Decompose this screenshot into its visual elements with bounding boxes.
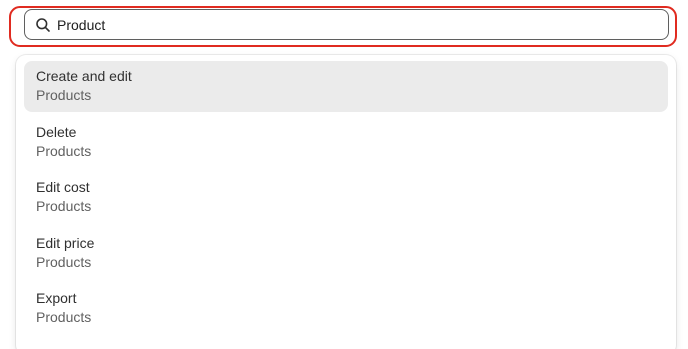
result-item-title: Edit cost	[36, 179, 90, 195]
result-item-title: Create and edit	[36, 68, 132, 84]
search-results-list: Create and edit Products Delete Products…	[24, 61, 668, 339]
result-item-delete[interactable]: Delete Products	[24, 117, 668, 168]
search-icon	[35, 17, 51, 33]
result-item-subtitle: Products	[36, 142, 92, 159]
search-input[interactable]	[57, 14, 637, 35]
result-item-title: Delete	[36, 123, 77, 140]
result-item-edit-cost[interactable]: Edit cost Products	[24, 172, 668, 223]
result-item-subtitle: Products	[36, 309, 92, 325]
result-item-subtitle: Products	[36, 87, 92, 103]
result-item-title: Edit price	[36, 234, 95, 251]
search-field[interactable]	[24, 9, 669, 40]
result-item-create-and-edit[interactable]: Create and edit Products	[24, 61, 668, 112]
result-item-export[interactable]: Export Products	[24, 283, 668, 334]
result-item-subtitle: Products	[36, 198, 92, 214]
permission-search-page: Create and edit Products Delete Products…	[0, 0, 688, 349]
result-item-title: Export	[36, 290, 77, 306]
search-results-dropdown: Create and edit Products Delete Products…	[16, 55, 676, 349]
result-item-subtitle: Products	[36, 253, 92, 270]
result-item-edit-price[interactable]: Edit price Products	[24, 228, 668, 279]
